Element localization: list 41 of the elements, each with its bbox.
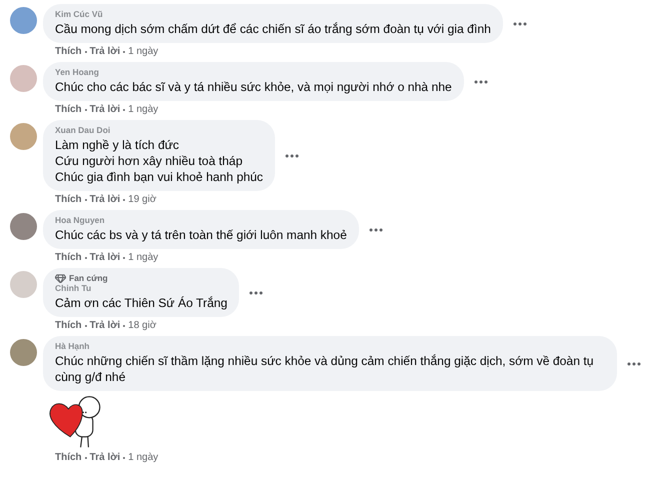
like-link[interactable]: Thích [55, 452, 82, 463]
diamond-icon [55, 274, 66, 282]
avatar[interactable] [10, 339, 37, 366]
comment-time: 1 ngày [128, 452, 158, 463]
comment-time: 19 giờ [128, 194, 156, 205]
more-options-icon[interactable] [474, 80, 488, 84]
comment-time: 1 ngày [128, 104, 158, 115]
commenter-name[interactable]: Yen Hoang [55, 67, 452, 77]
avatar[interactable] [10, 213, 37, 240]
comment-time: 1 ngày [128, 252, 158, 263]
commenter-name[interactable]: Xuan Dau Doi [55, 125, 264, 135]
like-link[interactable]: Thích [55, 320, 82, 331]
more-options-icon[interactable] [249, 290, 264, 294]
reply-link[interactable]: Trả lời [90, 46, 120, 57]
commenter-name[interactable]: Chinh Tu [55, 283, 228, 293]
more-options-icon[interactable] [512, 22, 527, 26]
commenter-name[interactable]: Hà Hạnh [55, 341, 605, 351]
comment-time: 18 giờ [128, 320, 156, 331]
comment-text: Cảm ơn các Thiên Sứ Áo Trắng [55, 295, 228, 311]
more-options-icon[interactable] [627, 362, 641, 366]
reply-link[interactable]: Trả lời [90, 194, 120, 205]
comment-text: Chúc những chiến sĩ thầm lặng nhiều sức khỏe và dủng cảm chiến thắng giặc dịch, sớm về đoàn tụ cùng g/đ nhé [55, 353, 595, 385]
comment-text: Cầu mong dịch sớm chấm dứt để các chiến sĩ áo trắng sớm đoàn tụ với gia đình [55, 21, 491, 37]
comment-time: 1 ngày [128, 46, 158, 57]
commenter-name[interactable]: Kim Cúc Vũ [55, 9, 491, 19]
reply-link[interactable]: Trả lời [90, 320, 120, 331]
like-link[interactable]: Thích [55, 194, 82, 205]
reply-link[interactable]: Trả lời [90, 452, 120, 463]
reply-link[interactable]: Trả lời [90, 104, 120, 115]
like-link[interactable]: Thích [55, 252, 82, 263]
commenter-name[interactable]: Hoa Nguyen [55, 215, 347, 225]
comment-text: Chúc cho các bác sĩ và y tá nhiều sức khỏe, và mọi người nhớ o nhà nhe [55, 79, 452, 95]
more-options-icon[interactable] [368, 228, 383, 232]
reply-link[interactable]: Trả lời [90, 252, 120, 263]
like-link[interactable]: Thích [55, 46, 82, 57]
fan-label: Fan cứng [69, 273, 108, 283]
more-options-icon[interactable] [285, 154, 300, 158]
like-link[interactable]: Thích [55, 104, 82, 115]
comment-text: Chúc các bs và y tá trên toàn thế giới luôn manh khoẻ [55, 227, 347, 243]
avatar[interactable] [10, 7, 37, 34]
comment-text: Làm nghề y là tích đức Cứu người hơn xây nhiều toà tháp Chúc gia đình bạn vui khoẻ hanh phúc [55, 137, 264, 185]
